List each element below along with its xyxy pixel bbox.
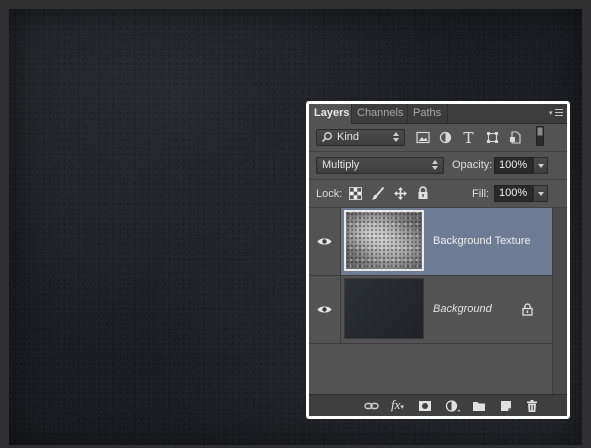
link-layers-icon[interactable] (364, 399, 379, 413)
layers-panel: Layers Channels Paths ▾ Kind Multiply Op… (306, 101, 570, 419)
layer-row-background-texture[interactable]: Background Texture (309, 208, 552, 276)
layers-bottom-toolbar: fx▾ (309, 394, 567, 416)
layer-thumbnail-background[interactable] (344, 278, 424, 339)
panel-menu-icon[interactable]: ▾ (549, 108, 563, 118)
divider (309, 151, 567, 152)
layer-thumbnail-texture[interactable] (344, 210, 424, 271)
eye-icon[interactable] (317, 305, 332, 314)
filter-kind-label: Kind (337, 131, 360, 143)
opacity-label: Opacity: (452, 159, 493, 171)
layer-row-background[interactable]: Background (309, 276, 552, 344)
fx-label: fx (391, 397, 401, 412)
tab-paths[interactable]: Paths (408, 104, 448, 123)
visibility-toggle[interactable] (309, 276, 341, 343)
panel-tab-bar: Layers Channels Paths ▾ (309, 104, 567, 124)
fill-dropdown-button[interactable] (533, 185, 548, 202)
smart-object-filter-icon[interactable] (509, 131, 523, 145)
new-layer-icon[interactable] (499, 399, 513, 413)
search-icon (321, 131, 335, 145)
fx-dropdown-arrow-icon: ▾ (400, 403, 404, 411)
filter-kind-select[interactable]: Kind (316, 129, 405, 146)
lock-transparent-pixels-icon[interactable] (349, 187, 363, 201)
lock-image-pixels-brush-icon[interactable] (370, 186, 385, 200)
delete-layer-trash-icon[interactable] (525, 399, 539, 413)
adjustment-layer-filter-icon[interactable] (439, 131, 453, 145)
new-adjustment-layer-icon[interactable] (445, 399, 461, 413)
pixel-layer-filter-icon[interactable] (416, 131, 430, 145)
tab-channels[interactable]: Channels (352, 104, 408, 123)
fill-input[interactable]: 100% (494, 185, 533, 202)
lock-all-icon[interactable] (417, 186, 431, 200)
layers-list: Background Texture Background (309, 208, 567, 394)
lock-position-move-icon[interactable] (393, 186, 407, 200)
filter-toggle-switch[interactable] (536, 126, 544, 146)
new-group-folder-icon[interactable] (472, 399, 486, 413)
opacity-dropdown-button[interactable] (533, 157, 548, 174)
layers-scrollbar[interactable] (552, 208, 567, 394)
eye-icon[interactable] (317, 237, 332, 246)
add-layer-mask-icon[interactable] (418, 399, 432, 413)
divider (309, 179, 567, 180)
tab-layers[interactable]: Layers (309, 104, 352, 124)
layer-name[interactable]: Background Texture (433, 235, 531, 247)
blend-mode-select[interactable]: Multiply (316, 157, 444, 174)
opacity-input[interactable]: 100% (494, 157, 533, 174)
lock-label: Lock: (316, 188, 343, 200)
fill-label-text: Fill: (472, 188, 490, 200)
shape-layer-filter-icon[interactable] (486, 131, 500, 145)
layer-style-fx-button[interactable]: fx▾ (391, 398, 409, 412)
select-arrows-icon (432, 159, 439, 172)
lock-icon (522, 303, 534, 316)
blend-mode-value: Multiply (322, 159, 360, 171)
type-layer-filter-icon[interactable] (462, 130, 476, 144)
visibility-toggle[interactable] (309, 208, 341, 275)
select-arrows-icon (393, 131, 400, 144)
layer-name[interactable]: Background (433, 303, 492, 315)
